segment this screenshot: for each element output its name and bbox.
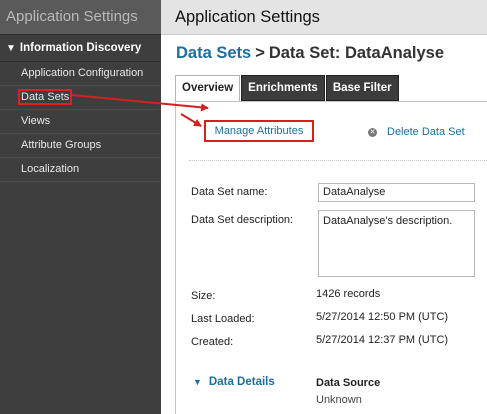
size-value: 1426 records <box>316 288 381 300</box>
data-set-description-field[interactable]: DataAnalyse's description. <box>318 210 475 277</box>
sidebar-item-application-configuration[interactable]: Application Configuration <box>0 62 161 86</box>
triangle-down-icon: ▼ <box>6 43 16 54</box>
last-loaded-value: 5/27/2014 12:50 PM (UTC) <box>316 311 449 323</box>
breadcrumb-separator: > <box>255 44 265 62</box>
size-label: Size: <box>191 290 216 302</box>
delete-data-set-label: Delete Data Set <box>387 126 465 138</box>
sidebar: Application Settings ▼ Information Discov… <box>0 0 161 414</box>
sidebar-item-localization[interactable]: Localization <box>0 158 161 182</box>
sidebar-item-label: Localization <box>21 163 80 175</box>
sidebar-item-label: Application Configuration <box>21 67 144 79</box>
breadcrumb-current: Data Set: DataAnalyse <box>268 44 444 62</box>
data-set-description-label: Data Set description: <box>191 214 294 226</box>
sidebar-item-label: Data Sets <box>17 89 73 105</box>
manage-attributes-button[interactable]: Manage Attributes <box>204 120 314 142</box>
page-title: Application Settings <box>161 0 487 35</box>
created-label: Created: <box>191 336 234 348</box>
sidebar-title: Application Settings <box>0 0 161 35</box>
breadcrumb: Data Sets > Data Set: DataAnalyse <box>176 44 444 63</box>
tab-enrichments[interactable]: Enrichments <box>241 75 325 101</box>
data-details-toggle[interactable]: ▼ Data Details <box>193 376 275 388</box>
data-set-name-label: Data Set name: <box>191 186 268 198</box>
sidebar-section-information-discovery[interactable]: ▼ Information Discovery <box>0 35 161 62</box>
data-source-value: Unknown <box>316 394 362 406</box>
delete-data-set-button[interactable]: ✕ Delete Data Set <box>368 126 465 138</box>
sidebar-item-label: Views <box>21 115 51 127</box>
sidebar-section-label: Information Discovery <box>19 42 142 54</box>
created-value: 5/27/2014 12:37 PM (UTC) <box>316 334 449 346</box>
sidebar-item-data-sets[interactable]: Data Sets <box>0 86 161 110</box>
breadcrumb-link-data-sets[interactable]: Data Sets <box>176 44 251 62</box>
sidebar-item-attribute-groups[interactable]: Attribute Groups <box>0 134 161 158</box>
divider <box>189 160 487 161</box>
last-loaded-label: Last Loaded: <box>191 313 255 325</box>
delete-x-icon: ✕ <box>368 128 377 137</box>
tab-overview[interactable]: Overview <box>175 75 241 102</box>
triangle-down-icon: ▼ <box>193 377 202 387</box>
sidebar-item-views[interactable]: Views <box>0 110 161 134</box>
data-details-label: Data Details <box>208 376 275 388</box>
data-set-name-field[interactable]: DataAnalyse <box>318 183 475 202</box>
data-source-label: Data Source <box>316 377 381 389</box>
tab-base-filter[interactable]: Base Filter <box>325 75 399 101</box>
tab-bar: Overview Enrichments Base Filter <box>175 75 400 102</box>
sidebar-item-label: Attribute Groups <box>21 139 102 151</box>
main-content: Application Settings Data Sets > Data Set:… <box>161 0 487 414</box>
